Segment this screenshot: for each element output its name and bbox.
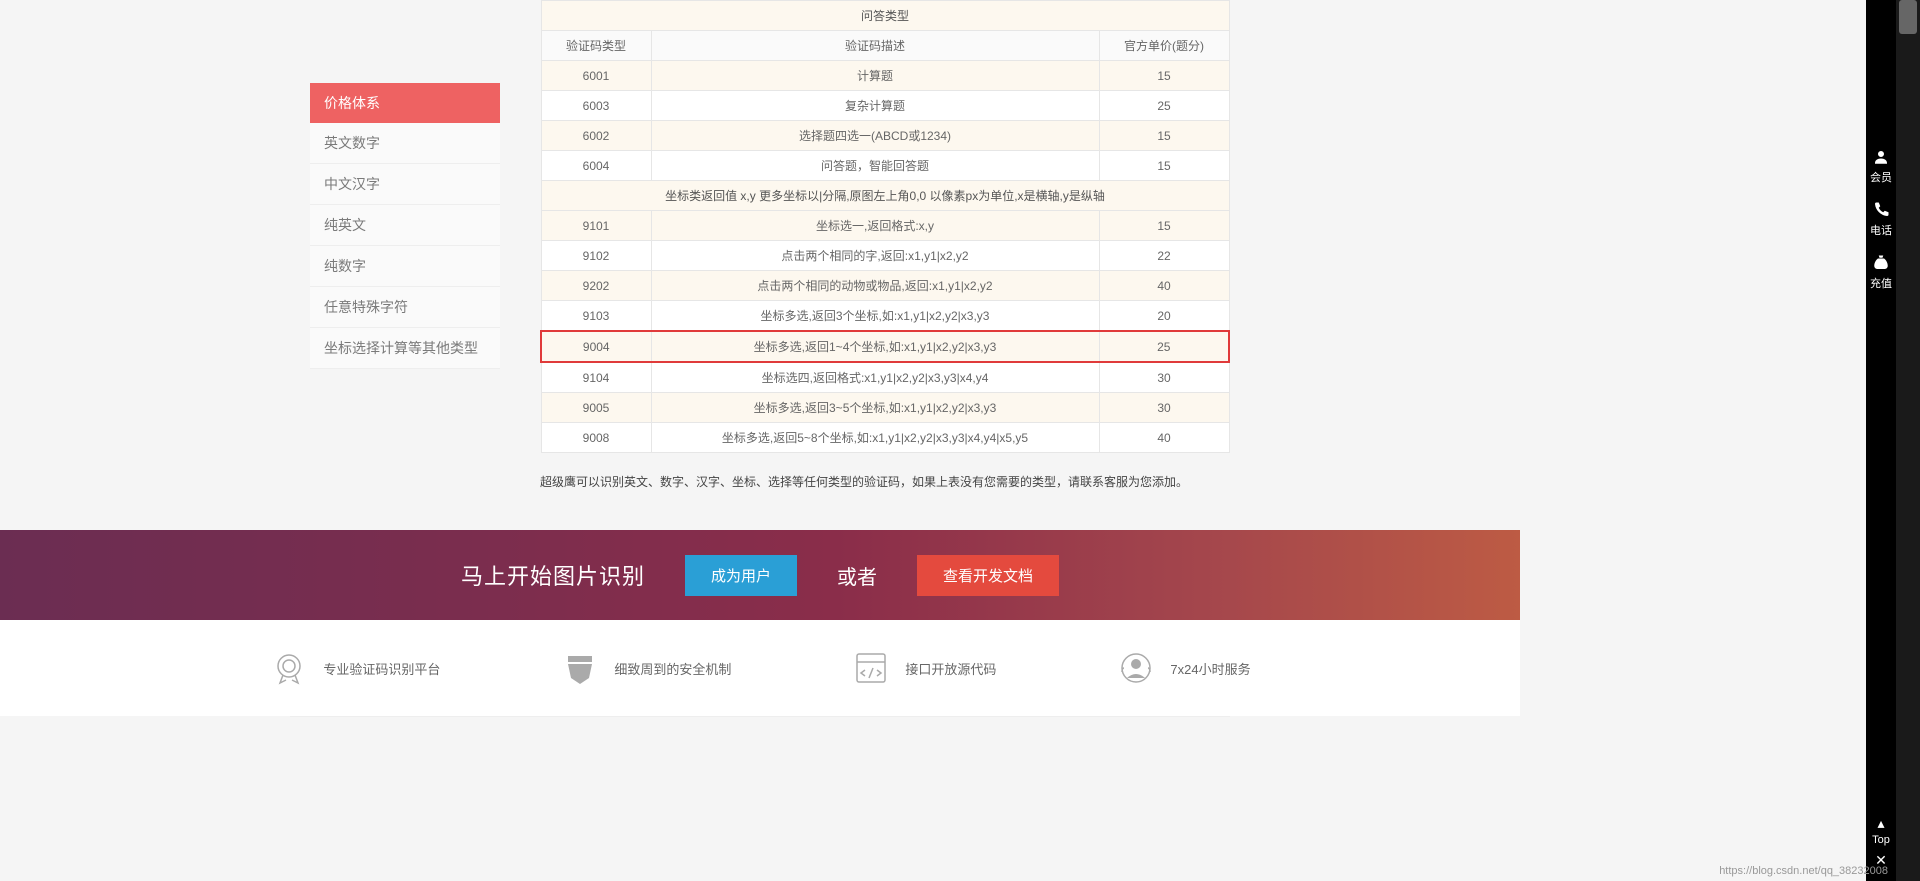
badge-icon (269, 648, 309, 688)
cta-band: 马上开始图片识别 成为用户 或者 查看开发文档 (0, 530, 1520, 620)
scrollbar-thumb[interactable] (1899, 0, 1917, 34)
col-desc: 验证码描述 (651, 31, 1099, 61)
rail-member[interactable]: 会员 (1866, 140, 1896, 193)
table-row-highlighted: 9004坐标多选,返回1~4个坐标,如:x1,y1|x2,y2|x3,y325 (541, 331, 1229, 362)
rail-label: Top (1866, 834, 1896, 846)
sidebar-item-label: 纯数字 (324, 258, 366, 274)
cta-or: 或者 (837, 561, 877, 590)
price-table: 问答类型 验证码类型 验证码描述 官方单价(题分) 6001计算题15 6003… (540, 0, 1230, 453)
sidebar-item-label: 价格体系 (324, 95, 380, 111)
feature-label: 细致周到的安全机制 (614, 659, 731, 678)
sidebar-item-en-digit[interactable]: 英文数字 (310, 123, 500, 164)
watermark: https://blog.csdn.net/qq_38232008 (1719, 865, 1888, 877)
features-row: 专业验证码识别平台 细致周到的安全机制 接口开放源代码 7x24小时服务 (0, 620, 1520, 716)
table-row: 9202点击两个相同的动物或物品,返回:x1,y1|x2,y240 (541, 271, 1229, 301)
feature-label: 接口开放源代码 (905, 659, 996, 678)
table-section-header: 问答类型 (541, 1, 1229, 31)
view-docs-button[interactable]: 查看开发文档 (917, 555, 1059, 596)
cta-title: 马上开始图片识别 (461, 559, 645, 591)
sidebar-item-special[interactable]: 任意特殊字符 (310, 287, 500, 328)
table-section-header: 坐标类返回值 x,y 更多坐标以|分隔,原图左上角0,0 以像素px为单位,x是… (541, 181, 1229, 211)
price-table-wrap: 问答类型 验证码类型 验证码描述 官方单价(题分) 6001计算题15 6003… (540, 0, 1230, 500)
chevron-up-icon: ▴ (1866, 815, 1896, 832)
table-row: 9101坐标选一,返回格式:x,y15 (541, 211, 1229, 241)
table-row: 9102点击两个相同的字,返回:x1,y1|x2,y222 (541, 241, 1229, 271)
table-row: 6004问答题，智能回答题15 (541, 151, 1229, 181)
feature-item: 细致周到的安全机制 (560, 648, 731, 688)
code-icon (851, 648, 891, 688)
support-icon (1116, 648, 1156, 688)
feature-item: 7x24小时服务 (1116, 648, 1250, 688)
sidebar-item-cn[interactable]: 中文汉字 (310, 164, 500, 205)
footer-divider (290, 716, 1230, 717)
feature-item: 专业验证码识别平台 (269, 648, 440, 688)
feature-label: 7x24小时服务 (1170, 659, 1250, 678)
table-row: 6003复杂计算题25 (541, 91, 1229, 121)
sidebar-item-label: 英文数字 (324, 135, 380, 151)
rail-label: 充值 (1870, 278, 1892, 290)
table-row: 6001计算题15 (541, 61, 1229, 91)
rail-phone[interactable]: 电话 (1866, 193, 1896, 246)
sidebar-item-label: 中文汉字 (324, 176, 380, 192)
phone-icon (1872, 201, 1890, 219)
table-row: 9103坐标多选,返回3个坐标,如:x1,y1|x2,y2|x3,y320 (541, 301, 1229, 332)
sidebar-item-en[interactable]: 纯英文 (310, 205, 500, 246)
table-row: 9104坐标选四,返回格式:x1,y1|x2,y2|x3,y3|x4,y430 (541, 362, 1229, 393)
moneybag-icon (1872, 254, 1890, 272)
rail-top-button[interactable]: ▴ Top ✕ (1866, 815, 1896, 869)
rail-recharge[interactable]: 充值 (1866, 246, 1896, 299)
table-note: 超级鹰可以识别英文、数字、汉字、坐标、选择等任何类型的验证码，如果上表没有您需要… (540, 453, 1230, 500)
scrollbar-track[interactable] (1896, 0, 1920, 881)
table-header-row: 验证码类型 验证码描述 官方单价(题分) (541, 31, 1229, 61)
col-price: 官方单价(题分) (1099, 31, 1229, 61)
feature-item: 接口开放源代码 (851, 648, 996, 688)
category-sidebar: 价格体系 英文数字 中文汉字 纯英文 纯数字 任意特殊字符 坐标选择计算等其他类… (310, 83, 500, 500)
table-row: 9008坐标多选,返回5~8个坐标,如:x1,y1|x2,y2|x3,y3|x4… (541, 423, 1229, 453)
sidebar-item-price[interactable]: 价格体系 (310, 83, 500, 123)
sidebar-item-label: 任意特殊字符 (324, 299, 408, 315)
sidebar-item-coord[interactable]: 坐标选择计算等其他类型 (310, 328, 500, 369)
table-row: 9005坐标多选,返回3~5个坐标,如:x1,y1|x2,y2|x3,y330 (541, 393, 1229, 423)
sidebar-item-label: 坐标选择计算等其他类型 (324, 340, 478, 356)
sidebar-item-label: 纯英文 (324, 217, 366, 233)
rail-label: 会员 (1870, 172, 1892, 184)
table-row: 6002选择题四选一(ABCD或1234)15 (541, 121, 1229, 151)
col-code: 验证码类型 (541, 31, 651, 61)
feature-label: 专业验证码识别平台 (323, 659, 440, 678)
shield-icon (560, 648, 600, 688)
rail-label: 电话 (1870, 225, 1892, 237)
side-rail: 会员 电话 充值 ▴ Top ✕ (1866, 0, 1896, 881)
become-user-button[interactable]: 成为用户 (685, 555, 797, 596)
sidebar-item-digit[interactable]: 纯数字 (310, 246, 500, 287)
user-icon (1872, 148, 1890, 166)
